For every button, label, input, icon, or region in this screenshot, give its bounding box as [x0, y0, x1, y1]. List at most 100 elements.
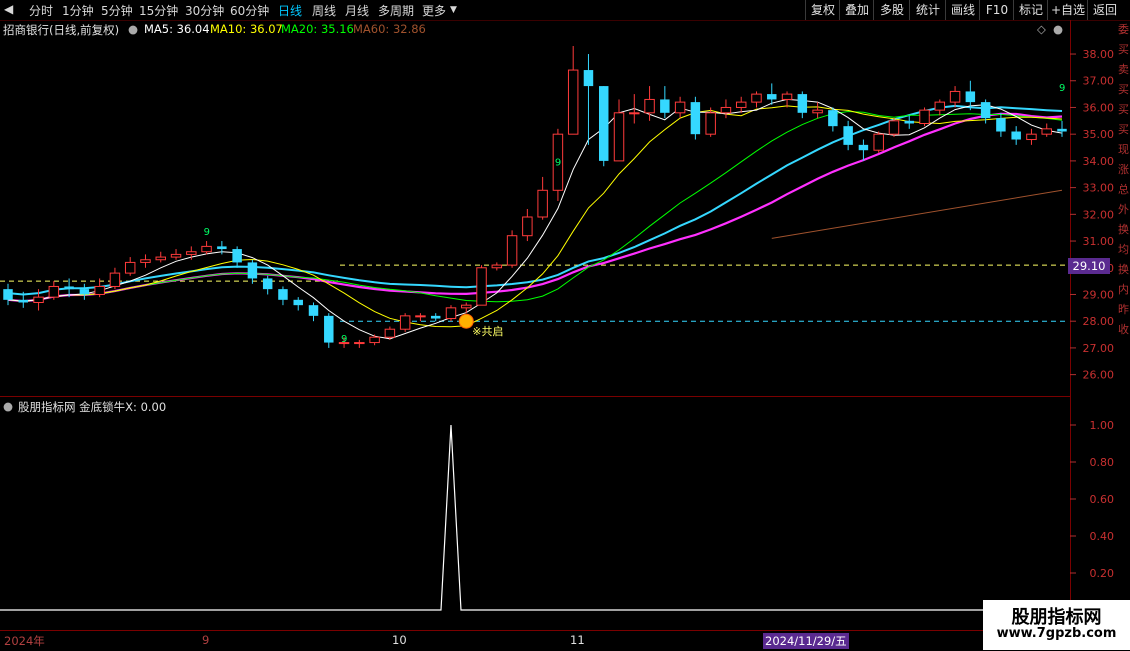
period-tab-1min[interactable]: 1分钟 — [62, 2, 94, 19]
ma5-value: MA5: 36.04 — [144, 22, 210, 36]
period-tab-weekly[interactable]: 周线 — [312, 2, 336, 19]
candle — [629, 94, 640, 124]
signal-marker-icon[interactable] — [458, 313, 474, 329]
price-tick-label: 31.00 — [1083, 235, 1115, 248]
sub-settings-icon[interactable]: ● — [3, 399, 13, 413]
candle — [904, 115, 914, 129]
candle — [308, 302, 319, 322]
candle — [79, 283, 90, 300]
sub-indicator-chart[interactable]: 1.00 0.80 0.60 0.40 0.20 — [0, 415, 1118, 630]
ma10-value: MA10: 36.07 — [210, 22, 283, 36]
stock-title: 招商银行(日线,前复权) — [3, 23, 120, 37]
sub-tick-label: 0.40 — [1090, 530, 1115, 543]
candle — [888, 118, 900, 137]
period-toolbar: ◀ 分时 1分钟 5分钟 15分钟 30分钟 60分钟 日线 周线 月线 多周期… — [0, 0, 1130, 21]
settings-circle-icon[interactable]: ● — [128, 22, 138, 36]
price-tick-label: 36.00 — [1083, 101, 1115, 114]
candle — [996, 112, 1006, 137]
nine-count-label: 9 — [204, 227, 210, 238]
sub-axis: 1.00 0.80 0.60 0.40 0.20 — [1070, 419, 1114, 580]
diamond-icon[interactable]: ◇ — [1037, 22, 1046, 36]
f10-button[interactable]: F10 — [979, 0, 1014, 20]
period-tab-timeshare[interactable]: 分时 — [29, 2, 53, 19]
candle — [751, 91, 762, 108]
date-axis: 2024年 9 10 11 2024/11/29/五 — [0, 630, 1130, 651]
candle — [247, 259, 258, 284]
price-tick-label: 27.00 — [1083, 342, 1115, 355]
candlestick-chart[interactable]: 38.00 37.00 36.00 35.00 34.00 33.00 32.00 31.00… — [0, 38, 1118, 396]
period-tab-5min[interactable]: 5分钟 — [101, 2, 133, 19]
more-chevron-icon[interactable]: ▼ — [450, 5, 457, 15]
candle — [735, 96, 747, 113]
price-axis: 38.00 37.00 36.00 35.00 34.00 33.00 32.00 31.00… — [1070, 48, 1114, 382]
period-tab-daily[interactable]: 日线 — [278, 2, 302, 19]
candle — [445, 305, 457, 322]
ma20-line — [7, 110, 1063, 303]
period-tab-30min[interactable]: 30分钟 — [185, 2, 224, 19]
signal-marker-label: ※共启 — [472, 325, 503, 338]
candle — [567, 46, 579, 135]
candle — [599, 86, 609, 167]
candle — [522, 208, 533, 242]
add-watchlist-button[interactable]: +自选 — [1047, 0, 1088, 20]
multi-stock-button[interactable]: 多股 — [873, 0, 910, 20]
candle — [1011, 126, 1021, 145]
candle — [278, 286, 288, 306]
candle — [506, 230, 518, 268]
candle — [262, 275, 273, 295]
candle — [674, 96, 686, 119]
sub-tick-label: 0.60 — [1090, 493, 1115, 506]
candle — [613, 99, 625, 162]
candle — [293, 297, 303, 311]
candle — [140, 254, 151, 268]
candle — [324, 313, 334, 348]
period-tab-15min[interactable]: 15分钟 — [139, 2, 178, 19]
settings-circle-icon-right[interactable]: ● — [1053, 22, 1063, 36]
candle — [430, 313, 441, 322]
back-triangle-icon[interactable]: ◀ — [4, 2, 13, 16]
candle — [690, 96, 701, 140]
candle — [369, 334, 380, 346]
period-tab-monthly[interactable]: 月线 — [345, 2, 369, 19]
candle — [660, 86, 670, 119]
candle — [1057, 120, 1067, 137]
price-tick-label: 37.00 — [1083, 75, 1115, 88]
overlay-button[interactable]: 叠加 — [839, 0, 874, 20]
period-tab-more[interactable]: 更多 — [422, 2, 446, 19]
candle — [201, 241, 212, 255]
candle — [1041, 123, 1052, 137]
price-tick-label: 35.00 — [1083, 128, 1115, 141]
watermark-logo: 股朋指标网 www.7gpzb.com — [983, 600, 1130, 650]
candle — [3, 283, 13, 306]
nine-count-label: 9 — [1059, 83, 1065, 94]
price-tick-label: 34.00 — [1083, 155, 1115, 168]
candle — [124, 257, 136, 276]
nine-count-label: 9 — [555, 158, 561, 169]
ma-cyan-line — [7, 104, 1063, 296]
month-label-9: 9 — [202, 633, 210, 647]
candle — [919, 107, 930, 127]
candle — [949, 86, 961, 108]
candle — [797, 91, 808, 119]
period-tab-60min[interactable]: 60分钟 — [230, 2, 269, 19]
price-tick-label: 28.00 — [1083, 315, 1115, 328]
candle — [781, 91, 793, 108]
month-label-11: 11 — [570, 633, 585, 647]
draw-line-button[interactable]: 画线 — [945, 0, 980, 20]
candle — [934, 99, 946, 116]
candle — [491, 262, 503, 271]
candle — [232, 246, 242, 268]
mark-button[interactable]: 标记 — [1013, 0, 1048, 20]
statistics-button[interactable]: 统计 — [909, 0, 946, 20]
sub-indicator-line — [0, 424, 1068, 611]
candle — [583, 54, 594, 145]
quote-panel-edge: 委买卖买买买现涨总外换均换内昨收 — [1118, 23, 1129, 336]
sub-indicator-header: ● 股朋指标网 金底锁牛X: 0.00 — [0, 397, 1070, 415]
price-tick-label: 32.00 — [1083, 208, 1115, 221]
period-tab-multi[interactable]: 多周期 — [378, 2, 414, 19]
candle — [537, 176, 548, 220]
restore-rights-button[interactable]: 复权 — [805, 0, 840, 20]
back-button[interactable]: 返回 — [1087, 0, 1122, 20]
ma5-line — [7, 98, 1063, 340]
indicator-info-bar: 招商银行(日线,前复权) ● MA5: 36.04 MA10: 36.07 MA… — [0, 20, 1070, 38]
